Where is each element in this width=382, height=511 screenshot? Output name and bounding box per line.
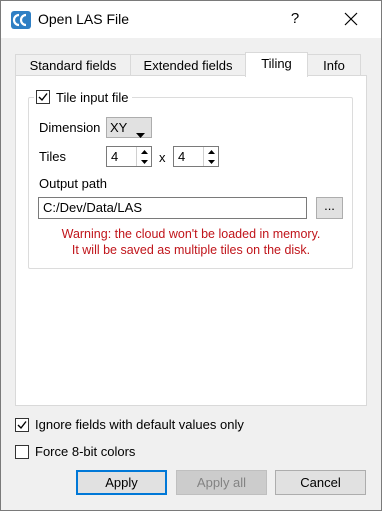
tiles-label: Tiles — [39, 149, 66, 164]
warning-line-2: It will be saved as multiple tiles on th… — [71, 243, 311, 257]
tab-extended-fields[interactable]: Extended fields — [130, 54, 246, 76]
close-icon — [344, 12, 358, 26]
help-button[interactable]: ? — [279, 4, 311, 34]
force-8bit-checkbox[interactable] — [15, 444, 29, 459]
output-path-value: C:/Dev/Data/LAS — [43, 200, 142, 215]
arrow-up-icon — [140, 149, 148, 154]
tab-standard-fields[interactable]: Standard fields — [15, 54, 131, 76]
tiles-x-spinbox[interactable]: 4 — [106, 146, 152, 167]
tiles-y-decrement-button[interactable] — [204, 157, 218, 166]
tab-tiling[interactable]: Tiling — [245, 52, 308, 77]
tiles-x-increment-button[interactable] — [137, 147, 151, 156]
checkmark-icon — [38, 93, 48, 102]
arrow-down-icon — [207, 159, 215, 164]
ignore-default-checkbox[interactable] — [15, 417, 29, 432]
tiles-separator: x — [159, 150, 166, 165]
tab-info[interactable]: Info — [307, 54, 361, 76]
output-path-input[interactable]: C:/Dev/Data/LAS — [38, 197, 307, 219]
arrow-down-icon — [140, 159, 148, 164]
memory-warning: Warning: the cloud won't be loaded in me… — [39, 226, 343, 258]
force-8bit-row[interactable]: Force 8-bit colors — [15, 444, 135, 459]
window-title: Open LAS File — [38, 11, 130, 27]
cancel-button[interactable]: Cancel — [275, 470, 366, 495]
tiles-y-spin-buttons — [203, 147, 218, 166]
dimension-value: XY — [110, 120, 128, 135]
open-las-dialog: Open LAS File ? Standard fields Extended… — [0, 0, 382, 511]
tiles-x-decrement-button[interactable] — [137, 157, 151, 166]
apply-button[interactable]: Apply — [76, 470, 167, 495]
warning-line-1: Warning: the cloud won't be loaded in me… — [61, 227, 321, 241]
checkmark-icon — [17, 420, 27, 429]
ignore-default-label: Ignore fields with default values only — [35, 417, 244, 432]
tile-input-checkbox[interactable] — [36, 90, 50, 104]
cloudcompare-app-icon — [11, 11, 31, 29]
close-button[interactable] — [331, 4, 371, 34]
force-8bit-label: Force 8-bit colors — [35, 444, 136, 459]
tiles-y-value: 4 — [178, 149, 186, 164]
tiles-y-spinbox[interactable]: 4 — [173, 146, 219, 167]
ignore-default-row[interactable]: Ignore fields with default values only — [15, 417, 244, 432]
tiles-x-value: 4 — [111, 149, 119, 164]
dimension-label: Dimension — [39, 120, 101, 135]
title-bar: Open LAS File ? — [1, 1, 381, 38]
apply-all-button[interactable]: Apply all — [176, 470, 267, 495]
browse-button[interactable]: ... — [316, 197, 343, 219]
tile-input-checkbox-row[interactable]: Tile input file — [34, 88, 132, 106]
tiles-x-spin-buttons — [136, 147, 151, 166]
tiles-y-increment-button[interactable] — [204, 147, 218, 156]
dimension-combobox[interactable]: XY — [106, 117, 152, 138]
output-path-label: Output path — [39, 176, 107, 191]
arrow-up-icon — [207, 149, 215, 154]
chevron-down-icon — [136, 126, 145, 141]
tile-input-label: Tile input file — [56, 89, 129, 105]
